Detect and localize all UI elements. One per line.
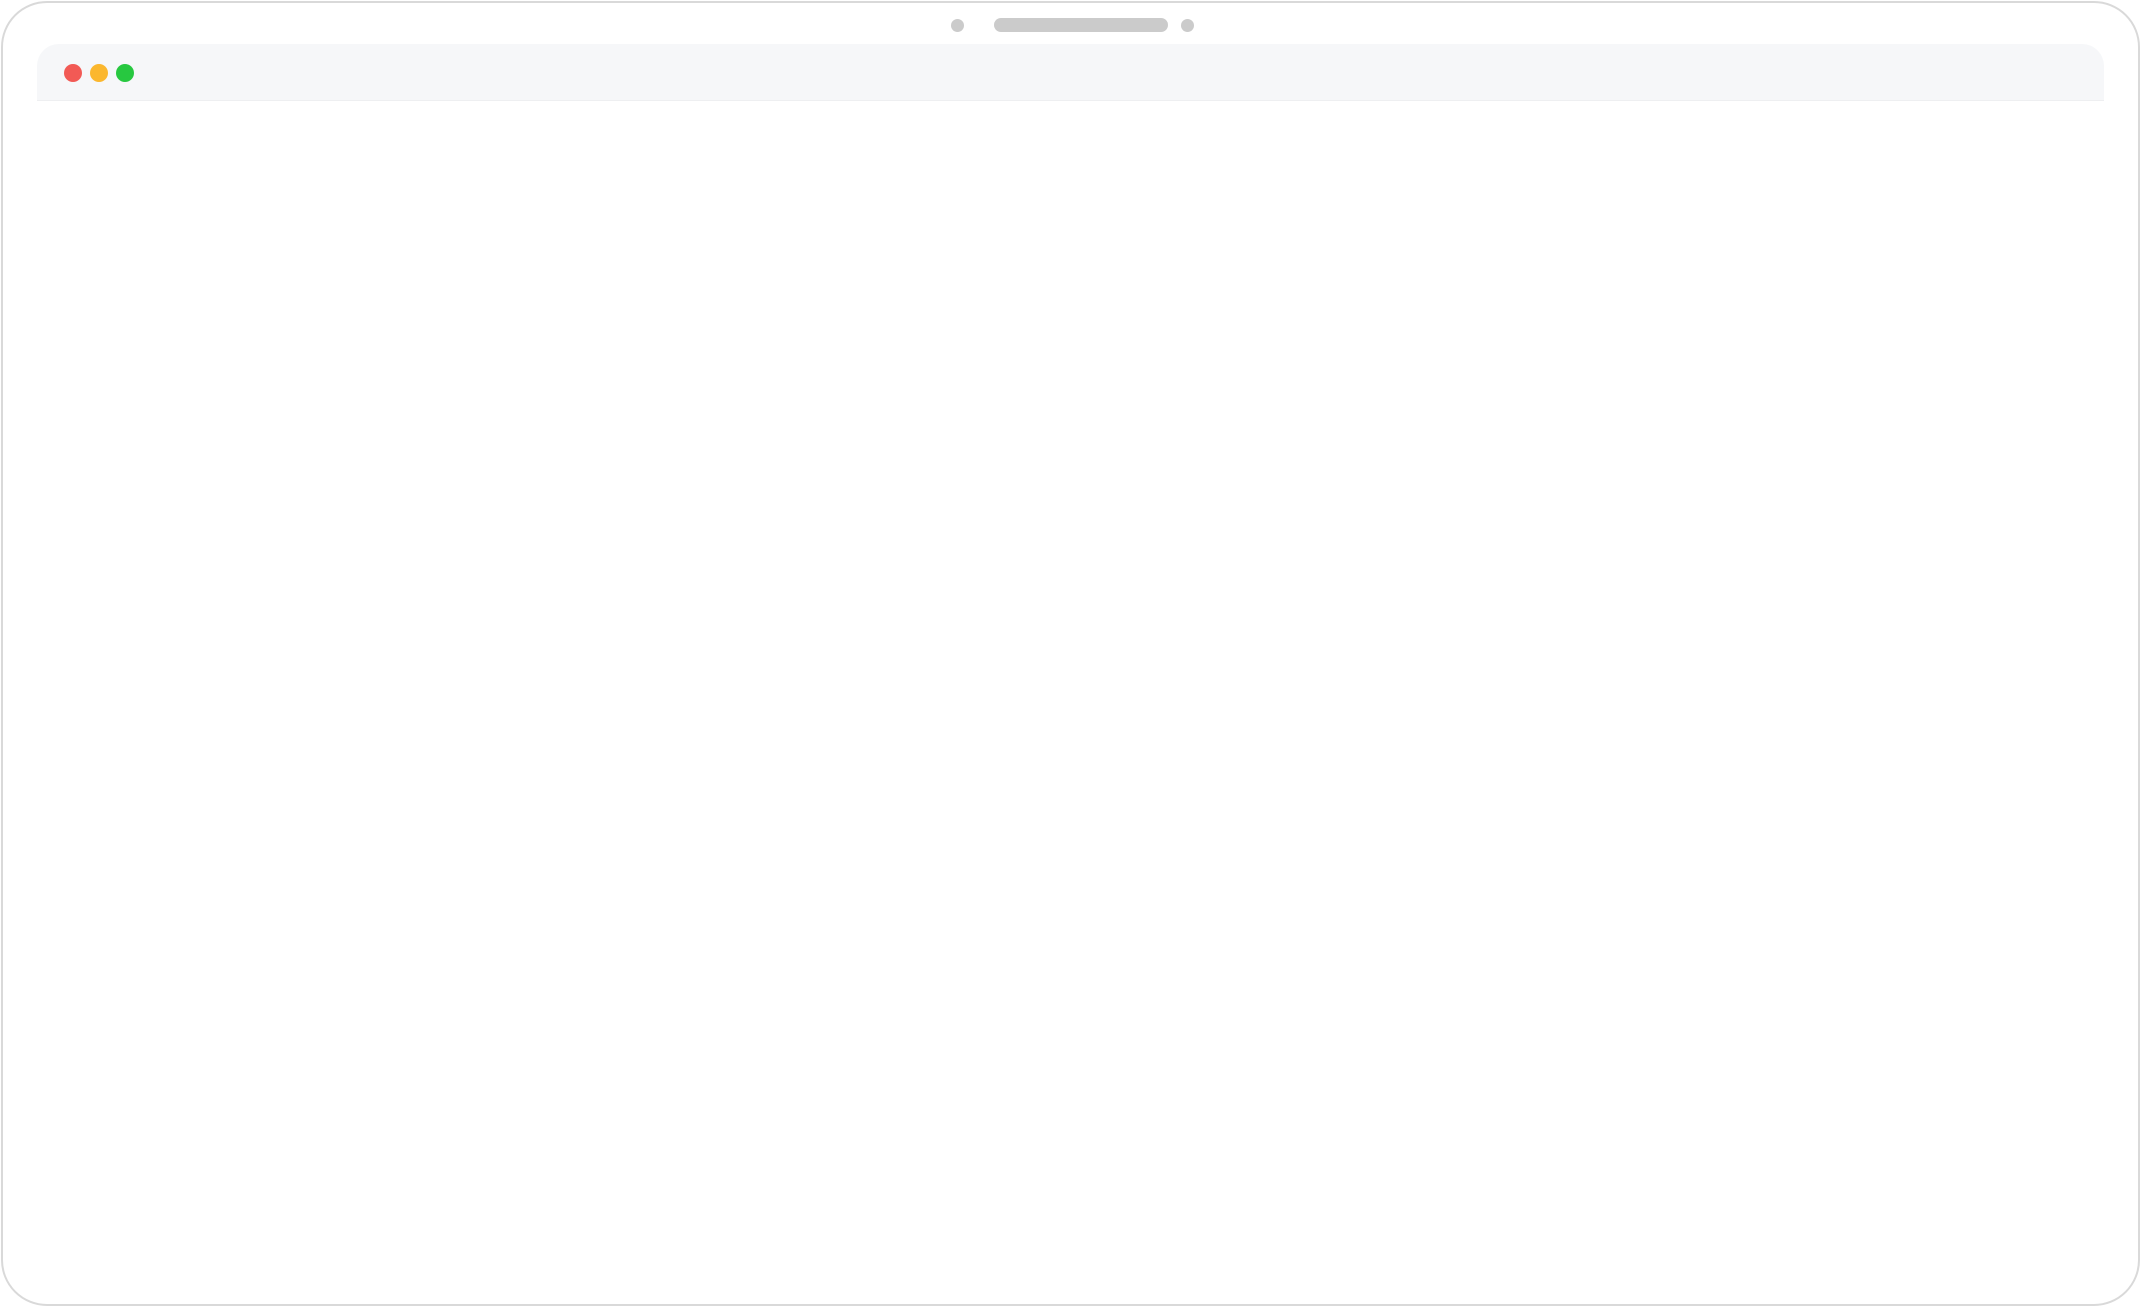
maximize-icon[interactable] bbox=[116, 64, 134, 82]
minimize-icon[interactable] bbox=[90, 64, 108, 82]
app-window bbox=[37, 44, 2104, 1264]
close-icon[interactable] bbox=[64, 64, 82, 82]
device-top-bezel bbox=[3, 18, 2138, 32]
window-titlebar[interactable] bbox=[37, 44, 2104, 101]
camera-sensor-dot bbox=[951, 19, 964, 32]
proximity-sensor-dot bbox=[1181, 19, 1194, 32]
window-content bbox=[37, 101, 2104, 1264]
speaker-grille bbox=[994, 18, 1168, 32]
